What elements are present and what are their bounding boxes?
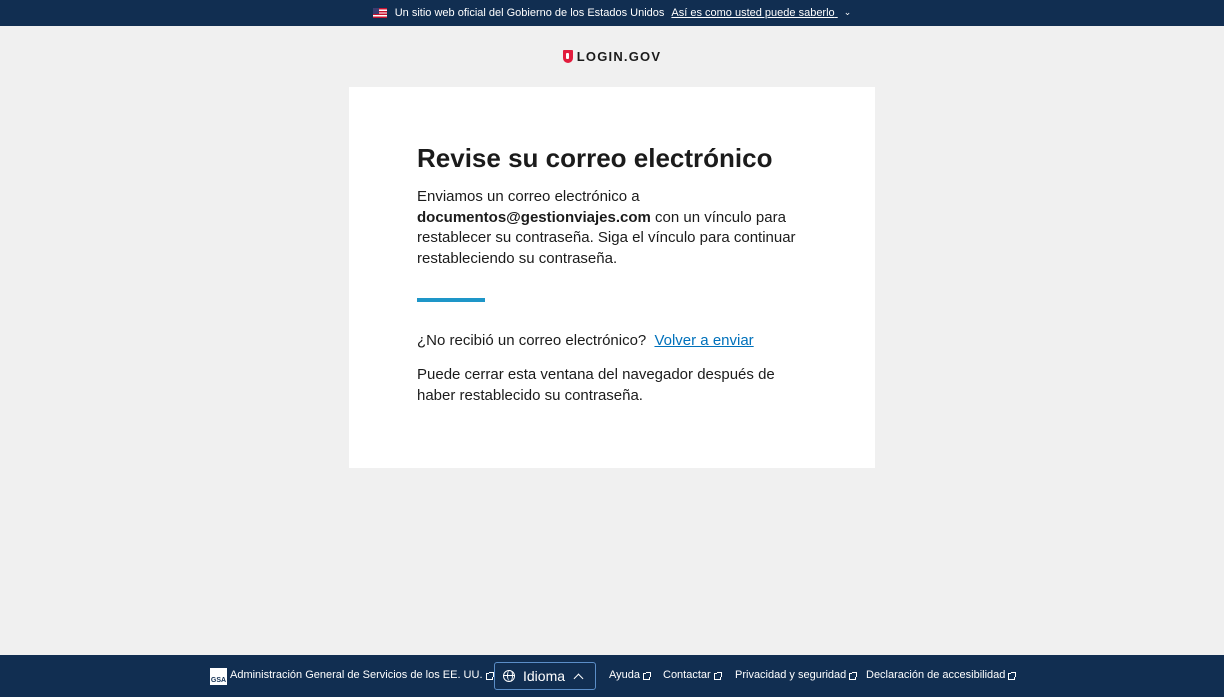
shield-icon [562, 49, 573, 63]
gov-banner-text: Un sitio web oficial del Gobierno de los… [394, 7, 665, 19]
chevron-up-icon [573, 673, 584, 683]
resend-row: ¿No recibió un correo electrónico? Volve… [417, 331, 807, 351]
footer-link-privacy-label: Privacidad y seguridad [735, 669, 847, 681]
external-link-icon [1008, 671, 1017, 680]
logo-text: LOGIN.GOV [576, 48, 662, 64]
external-link-icon [849, 671, 858, 680]
login-gov-logo: LOGIN.GOV [0, 46, 1224, 66]
external-link-icon [643, 671, 651, 680]
footer-link-contact[interactable]: Contactar [663, 669, 722, 681]
external-link-icon [485, 671, 494, 680]
email-address: documentos@gestionviajes.com [417, 208, 651, 226]
language-label: Idioma [523, 668, 566, 684]
footer-link-gsa[interactable]: Administración General de Servicios de l… [230, 669, 494, 681]
us-flag-icon [372, 8, 387, 18]
footer-link-accessibility-label: Declaración de accesibilidad [866, 669, 1006, 681]
accent-divider [417, 298, 485, 302]
chevron-down-icon: ⌄ [843, 7, 852, 17]
footer-link-contact-label: Contactar [663, 669, 711, 681]
footer-link-help-label: Ayuda [609, 669, 640, 681]
page-title: Revise su correo electrónico [417, 143, 773, 173]
footer-link-help[interactable]: Ayuda [609, 669, 651, 681]
external-link-icon [713, 671, 722, 680]
footer-link-gsa-label: Administración General de Servicios de l… [230, 669, 483, 681]
gsa-logo: GSA [210, 668, 227, 685]
content-card: Revise su correo electrónico Enviamos un… [349, 87, 875, 468]
resend-link[interactable]: Volver a enviar [654, 332, 753, 349]
card-content: Revise su correo electrónico Enviamos un… [417, 142, 807, 406]
close-window-text: Puede cerrar esta ventana del navegador … [417, 366, 775, 404]
gov-banner-link-label: Así es como usted puede saberlo [671, 7, 835, 19]
globe-icon [503, 670, 515, 682]
language-button[interactable]: Idioma [494, 662, 596, 690]
gov-banner-expand-link[interactable]: Así es como usted puede saberlo ⌄ [671, 7, 851, 19]
footer-link-privacy[interactable]: Privacidad y seguridad [735, 669, 858, 681]
resend-question: ¿No recibió un correo electrónico? [417, 332, 647, 349]
footer-link-accessibility[interactable]: Declaración de accesibilidad [866, 669, 1017, 681]
instructions-text: Enviamos un correo electrónico a documen… [417, 187, 807, 269]
footer: GSA Administración General de Servicios … [0, 655, 1224, 697]
gov-banner: Un sitio web oficial del Gobierno de los… [0, 0, 1224, 26]
instructions-prefix: Enviamos un correo electrónico a [417, 188, 640, 205]
